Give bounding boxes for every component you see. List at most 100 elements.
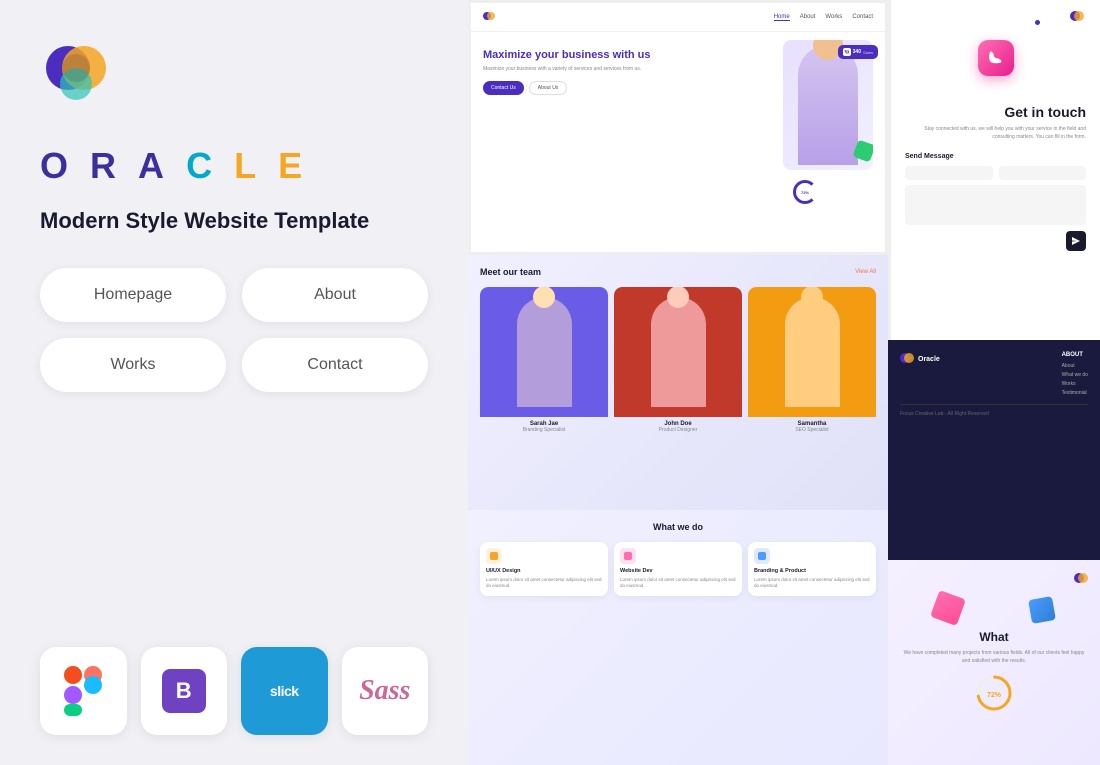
branding-desc: Lorem ipsum dolor sit amet consectetur a… <box>754 577 870 590</box>
left-panel: O R A C L E Modern Style Website Templat… <box>0 0 468 765</box>
view-all-link[interactable]: View All <box>855 269 876 275</box>
team-img-samantha <box>748 287 876 417</box>
letter-spacer2 <box>122 145 138 187</box>
mini-logo-icon <box>483 11 495 23</box>
service-card-branding: Branding & Product Lorem ipsum dolor sit… <box>748 542 876 596</box>
team-img-john <box>614 287 742 417</box>
samantha-body <box>785 297 840 407</box>
what-desc: We have completed many projects from var… <box>900 650 1088 665</box>
send-message-form: Send Message <box>905 153 1086 251</box>
slick-text: slick <box>270 683 299 699</box>
figma-icon-box[interactable] <box>40 647 127 735</box>
mini-logo <box>483 11 495 23</box>
webdev-name: Website Dev <box>620 568 736 574</box>
nav-buttons: Homepage About Works Contact <box>40 268 428 392</box>
contact-header-area <box>1070 10 1084 24</box>
samantha-role: SEO Specialist <box>750 427 874 433</box>
tech-icons-row: B slick Sass <box>40 647 428 735</box>
sass-icon-box[interactable]: Sass <box>342 647 429 735</box>
nav-btn-works[interactable]: Works <box>40 338 226 392</box>
service-card-webdev: Website Dev Lorem ipsum dolor sit amet c… <box>614 542 742 596</box>
contact-name-email-row <box>905 166 1086 180</box>
stat-number: 340 <box>853 49 861 55</box>
person-john <box>614 287 742 417</box>
screenshot-what: What We have completed many projects fro… <box>888 560 1100 765</box>
samantha-info: Samantha SEO Specialist <box>748 417 876 437</box>
samantha-head <box>801 287 823 308</box>
nav-btn-about[interactable]: About <box>242 268 428 322</box>
john-body <box>651 297 706 407</box>
sarah-info: Sarah Jae Branding Specialist <box>480 417 608 437</box>
footer-item-whatwedo[interactable]: What we do <box>1062 372 1088 378</box>
letter-spacer <box>74 145 90 187</box>
what-mini-logo <box>1074 572 1088 586</box>
hero-about-btn[interactable]: About Us <box>529 81 568 95</box>
letter-spacer3 <box>170 145 186 187</box>
webdev-desc: Lorem ipsum dolor sit amet consectetur a… <box>620 577 736 590</box>
uiux-icon <box>486 548 502 564</box>
screenshot-team: Meet our team View All Sarah Jae <box>468 255 888 510</box>
team-card-sarah: Sarah Jae Branding Specialist <box>480 287 608 437</box>
john-info: John Doe Product Designer <box>614 417 742 437</box>
contact-description: Stay connected with us, we will help you… <box>905 126 1086 141</box>
screenshot-contact: Get in touch Stay connected with us, we … <box>888 0 1100 340</box>
hero-contact-btn[interactable]: Contact Us <box>483 81 524 95</box>
footer-menu-title: ABOUT <box>1062 352 1088 358</box>
person-samantha <box>748 287 876 417</box>
john-head <box>667 287 689 308</box>
hero-title-plain: Maximize your business with <box>483 49 638 61</box>
contact-submit-area <box>905 231 1086 251</box>
letter-a: A <box>138 145 170 187</box>
letter-l: L <box>234 145 262 187</box>
nav-btn-homepage[interactable]: Homepage <box>40 268 226 322</box>
contact-submit-btn[interactable] <box>1066 231 1086 251</box>
slick-icon-box[interactable]: slick <box>241 647 328 735</box>
footer-logo-text: Oracle <box>918 356 940 363</box>
mini-logo-right <box>1070 10 1084 24</box>
hero-image-area: 340 Sales 72% <box>783 40 873 224</box>
mini-nav-links: Home About Works Contact <box>774 14 873 21</box>
what-title: What <box>900 630 1088 644</box>
bootstrap-icon-box[interactable]: B <box>141 647 228 735</box>
mini-nav-contact: Contact <box>852 14 873 21</box>
progress-area: 72% <box>900 673 1088 713</box>
letter-e: E <box>278 145 308 187</box>
hero-title-accent: us <box>638 49 651 61</box>
screenshot-services: What we do UI/UX Design Lorem ipsum dolo… <box>468 510 888 765</box>
pink-phone-badge <box>978 40 1014 76</box>
screenshots-main: Home About Works Contact Maximize your b… <box>468 0 888 765</box>
send-message-label: Send Message <box>905 153 1086 160</box>
contact-message-textarea[interactable] <box>905 185 1086 225</box>
oracle-title: O R A C L E <box>40 145 428 187</box>
mini-nav-works: Works <box>825 14 842 21</box>
mini-nav: Home About Works Contact <box>471 3 885 32</box>
hero-text-area: Maximize your business with us Maximize … <box>483 40 775 224</box>
logo-area <box>40 40 428 117</box>
footer-menu: ABOUT About What we do Works Testimonial <box>1062 352 1088 396</box>
footer-item-about[interactable]: About <box>1062 363 1088 369</box>
blue-cube-shape <box>1028 596 1056 624</box>
contact-email-input[interactable] <box>999 166 1087 180</box>
subtitle: Modern Style Website Template <box>40 207 428 236</box>
phone-icon <box>987 49 1005 67</box>
mini-nav-about: About <box>800 14 816 21</box>
hero-person-image <box>783 40 873 170</box>
person-body <box>798 45 858 165</box>
footer-copyright: Focus Creative Lab - All Right Reserved <box>900 404 1088 417</box>
screenshots-right: Get in touch Stay connected with us, we … <box>888 0 1100 765</box>
footer-item-works[interactable]: Works <box>1062 381 1088 387</box>
nav-btn-contact[interactable]: Contact <box>242 338 428 392</box>
letter-spacer4 <box>218 145 234 187</box>
contact-name-input[interactable] <box>905 166 993 180</box>
get-in-touch-area: Get in touch Stay connected with us, we … <box>905 104 1086 141</box>
pink-cube-shape <box>930 590 966 626</box>
get-in-touch-title: Get in touch <box>905 104 1086 120</box>
progress-circle: 72% <box>793 180 817 204</box>
footer-item-testimonial[interactable]: Testimonial <box>1062 390 1088 396</box>
oracle-logo-icon <box>40 40 112 112</box>
footer-logo-icon <box>900 352 914 366</box>
branding-name: Branding & Product <box>754 568 870 574</box>
screenshot-footer: Oracle ABOUT About What we do Works Test… <box>888 340 1100 560</box>
uiux-desc: Lorem ipsum dolor sit amet consectetur a… <box>486 577 602 590</box>
hero-title: Maximize your business with us <box>483 48 775 62</box>
